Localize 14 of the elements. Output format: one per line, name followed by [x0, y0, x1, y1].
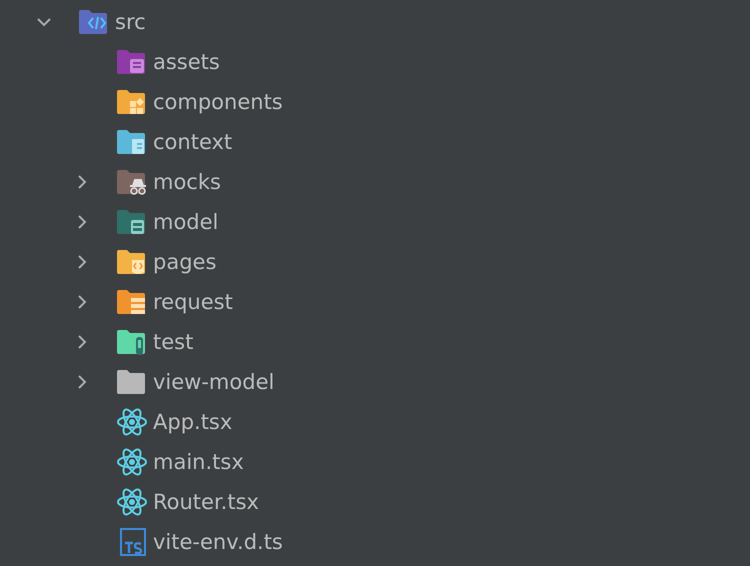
tree-item-name[interactable]: App.tsx [153, 410, 232, 434]
tree-item-name[interactable]: components [153, 90, 283, 114]
tree-item-name[interactable]: Router.tsx [153, 490, 259, 514]
tree-item-name[interactable]: context [153, 130, 232, 154]
tree-item-name[interactable]: pages [153, 250, 216, 274]
tree-item-name[interactable]: view-model [153, 370, 274, 394]
tree-item-name[interactable]: model [153, 210, 218, 234]
tree-item-name[interactable]: main.tsx [153, 450, 244, 474]
tree-item-name[interactable]: mocks [153, 170, 221, 194]
tree-item-name[interactable]: test [153, 330, 194, 354]
tree-item-name[interactable]: request [153, 290, 233, 314]
tree-item-name[interactable]: src [115, 10, 146, 34]
tree-item-name[interactable]: assets [153, 50, 220, 74]
tree-item-name[interactable]: vite-env.d.ts [153, 530, 283, 554]
